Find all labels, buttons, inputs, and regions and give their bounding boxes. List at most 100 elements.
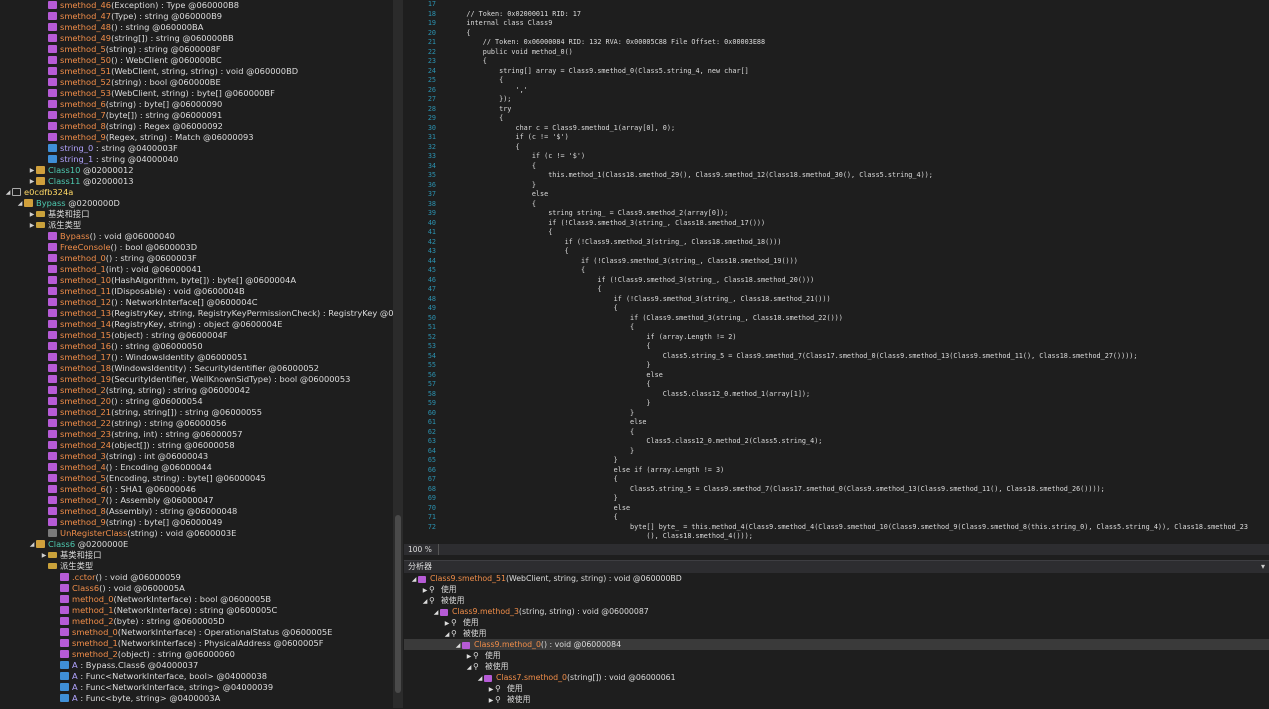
tree-item[interactable]: smethod_6() : SHA1 @06000046 [0,484,393,495]
code-line[interactable]: 58 Class5.class12_0.method_1(array[1]); [404,390,1269,400]
tree-item[interactable]: ▶ 派生类型 [0,220,393,231]
code-line[interactable]: 25 { [404,76,1269,86]
code-line[interactable]: 59 } [404,399,1269,409]
tree-item[interactable]: smethod_22(string) : string @06000056 [0,418,393,429]
tree-item[interactable]: smethod_1(int) : void @06000041 [0,264,393,275]
tree-item[interactable]: smethod_4() : Encoding @06000044 [0,462,393,473]
analyzer-item[interactable]: ◢ ⚲ 被使用 [404,628,1269,639]
analyzer-item[interactable]: ◢ Class9.method_0() : void @06000084 [404,639,1269,650]
analyzer-item[interactable]: ◢ Class7.smethod_0(string[]) : void @0600… [404,672,1269,683]
tree-item[interactable]: smethod_7() : Assembly @06000047 [0,495,393,506]
analyzer-item[interactable]: ▶ ⚲ 使用 [404,617,1269,628]
code-line[interactable]: 71 { [404,513,1269,523]
code-line[interactable]: 39 string string_ = Class9.smethod_2(arr… [404,209,1269,219]
tree-item[interactable]: smethod_8(string) : Regex @06000092 [0,121,393,132]
code-line[interactable]: 31 if (c != '$') [404,133,1269,143]
analyzer-item[interactable]: ◢ Class9.method_3(string, string) : void … [404,606,1269,617]
tree-item[interactable]: smethod_8(Assembly) : string @06000048 [0,506,393,517]
code-line[interactable]: 56 else [404,371,1269,381]
code-line[interactable]: 69 } [404,494,1269,504]
tree-item[interactable]: Class6() : void @0600005A [0,583,393,594]
tree-item[interactable]: smethod_6(string) : byte[] @06000090 [0,99,393,110]
tree-scrollbar-thumb[interactable] [395,515,401,693]
tree-item[interactable]: Bypass() : void @06000040 [0,231,393,242]
tree-item[interactable]: A : Bypass.Class6 @04000037 [0,660,393,671]
code-line[interactable]: 28 try [404,105,1269,115]
code-line[interactable]: 61 else [404,418,1269,428]
analyzer-item[interactable]: ▶ ⚲ 使用 [404,584,1269,595]
code-line[interactable]: 48 if (!Class9.smethod_3(string_, Class1… [404,295,1269,305]
analyzer-menu-icon[interactable]: ▾ [1261,561,1265,573]
tree-item[interactable]: smethod_46(Exception) : Type @060000B8 [0,0,393,11]
tree-item[interactable]: smethod_0() : string @0600003F [0,253,393,264]
code-line[interactable]: 37 else [404,190,1269,200]
tree-item[interactable]: method_1(NetworkInterface) : string @060… [0,605,393,616]
tree-item[interactable]: method_0(NetworkInterface) : bool @06000… [0,594,393,605]
code-line[interactable]: 49 { [404,304,1269,314]
code-line[interactable]: 67 { [404,475,1269,485]
tree-item[interactable]: FreeConsole() : bool @0600003D [0,242,393,253]
tree-item[interactable]: smethod_5(string) : string @0600008F [0,44,393,55]
tree-item[interactable]: smethod_50() : WebClient @060000BC [0,55,393,66]
tree-item[interactable]: smethod_7(byte[]) : string @06000091 [0,110,393,121]
tree-item[interactable]: smethod_53(WebClient, string) : byte[] @… [0,88,393,99]
tree-item[interactable]: smethod_5(Encoding, string) : byte[] @06… [0,473,393,484]
tree-item[interactable]: string_0 : string @0400003F [0,143,393,154]
code-line[interactable]: 66 else if (array.Length != 3) [404,466,1269,476]
tree-item[interactable]: smethod_12() : NetworkInterface[] @06000… [0,297,393,308]
tree-item[interactable]: smethod_14(RegistryKey, string) : object… [0,319,393,330]
code-line[interactable]: 22 public void method_0() [404,48,1269,58]
code-line[interactable]: 50 if (Class9.smethod_3(string_, Class18… [404,314,1269,324]
code-line[interactable]: 53 { [404,342,1269,352]
expand-arrow-icon[interactable]: ▶ [28,220,36,231]
expand-arrow-icon[interactable]: ▶ [28,165,36,176]
analyzer-item[interactable]: ◢ Class9.smethod_51(WebClient, string, st… [404,573,1269,584]
code-line[interactable]: 32 { [404,143,1269,153]
tree-item[interactable]: smethod_21(string, string[]) : string @0… [0,407,393,418]
code-line[interactable]: 23 { [404,57,1269,67]
tree-item[interactable]: smethod_20() : string @06000054 [0,396,393,407]
collapse-arrow-icon[interactable]: ◢ [28,539,36,550]
code-line[interactable]: 30 char c = Class9.smethod_1(array[0], 0… [404,124,1269,134]
tree-item[interactable]: smethod_18(WindowsIdentity) : SecurityId… [0,363,393,374]
tree-item[interactable]: smethod_11(IDisposable) : void @0600004B [0,286,393,297]
tree-item[interactable]: smethod_48() : string @060000BA [0,22,393,33]
code-line[interactable]: 70 else [404,504,1269,514]
tree-item[interactable]: smethod_23(string, int) : string @060000… [0,429,393,440]
code-line[interactable]: 20 { [404,29,1269,39]
code-line[interactable]: 46 if (!Class9.smethod_3(string_, Class1… [404,276,1269,286]
analyzer-item[interactable]: ◢ ⚲ 被使用 [404,661,1269,672]
code-line[interactable]: 60 } [404,409,1269,419]
tree-item[interactable]: smethod_1(NetworkInterface) : PhysicalAd… [0,638,393,649]
analyzer-item[interactable]: ▶ ⚲ 被使用 [404,694,1269,705]
code-line[interactable]: 17 [404,0,1269,10]
tree-item[interactable]: smethod_10(HashAlgorithm, byte[]) : byte… [0,275,393,286]
code-line[interactable]: 51 { [404,323,1269,333]
expand-arrow-icon[interactable]: ▶ [28,176,36,187]
code-line[interactable]: 26 ',' [404,86,1269,96]
tree-item[interactable]: A : Func<NetworkInterface, bool> @040000… [0,671,393,682]
code-line[interactable]: 45 { [404,266,1269,276]
code-line[interactable]: 42 if (!Class9.smethod_3(string_, Class1… [404,238,1269,248]
tree-item[interactable]: smethod_47(Type) : string @060000B9 [0,11,393,22]
tree-item[interactable]: smethod_49(string[]) : string @060000BB [0,33,393,44]
tree-item[interactable]: smethod_13(RegistryKey, string, Registry… [0,308,393,319]
tree-item[interactable]: ◢ Bypass @0200000D [0,198,393,209]
tree-item[interactable]: 派生类型 [0,561,393,572]
code-line[interactable]: 64 } [404,447,1269,457]
tree-item[interactable]: smethod_16() : string @06000050 [0,341,393,352]
code-line[interactable]: 36 } [404,181,1269,191]
tree-item[interactable]: smethod_17() : WindowsIdentity @06000051 [0,352,393,363]
code-line[interactable]: 72 byte[] byte_ = this.method_4(Class9.s… [404,523,1269,533]
code-line[interactable]: 44 if (!Class9.smethod_3(string_, Class1… [404,257,1269,267]
analyzer-item[interactable]: ◢ ⚲ 被使用 [404,595,1269,606]
code-line[interactable]: 21 // Token: 0x06000084 RID: 132 RVA: 0x… [404,38,1269,48]
code-line[interactable]: 54 Class5.string_5 = Class9.smethod_7(Cl… [404,352,1269,362]
tree-item[interactable]: method_2(byte) : string @0600005D [0,616,393,627]
tree-item[interactable]: smethod_9(string) : byte[] @06000049 [0,517,393,528]
collapse-arrow-icon[interactable]: ◢ [16,198,24,209]
tree-item[interactable]: ▶ Class10 @02000012 [0,165,393,176]
tree-item[interactable]: smethod_3(string) : int @06000043 [0,451,393,462]
code-line[interactable]: 29 { [404,114,1269,124]
expand-arrow-icon[interactable]: ▶ [40,550,48,561]
